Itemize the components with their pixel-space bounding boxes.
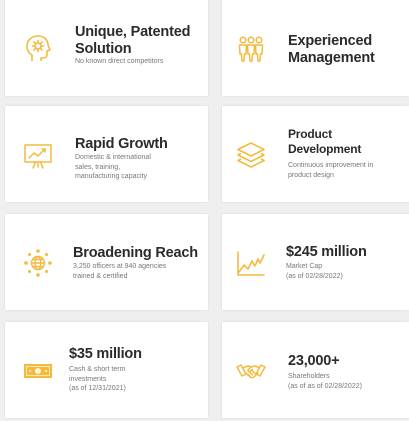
card-subtitle: Cash & short term investments (as of 12/… — [69, 366, 126, 392]
card-title: Rapid Growth — [75, 136, 168, 152]
card-subtitle: Continuous improvement in product design — [288, 162, 374, 179]
card-market-cap: $245 million Market Cap (as of 02/28/202… — [222, 214, 409, 310]
card-shareholders: 23,000+ Shareholders (as of as of 02/28/… — [222, 322, 409, 418]
globe-reach-icon — [24, 249, 52, 277]
card-subtitle: 3,250 officers at 940 agencies trained &… — [73, 263, 167, 280]
card-cash-investments: $35 million Cash & short term investment… — [5, 322, 208, 418]
card-product-development: Product Development Continuous improveme… — [222, 106, 409, 202]
card-title: Broadening Reach — [73, 245, 198, 261]
team-people-icon — [238, 36, 264, 62]
growth-chart-board-icon — [24, 144, 52, 169]
layers-stack-icon — [237, 142, 265, 168]
card-title: Experienced Management — [288, 33, 375, 66]
cash-bill-icon — [24, 364, 52, 378]
card-subtitle: Market Cap (as of 02/28/2022) — [286, 263, 343, 280]
handshake-icon — [236, 364, 266, 379]
market-cap-chart-icon — [237, 251, 265, 276]
card-title: $35 million — [69, 346, 142, 362]
card-title: Unique, Patented Solution — [75, 24, 191, 57]
card-subtitle: Domestic & international sales, training… — [75, 154, 151, 180]
card-title: Product Development — [288, 127, 362, 156]
card-experienced-management: Experienced Management — [222, 0, 409, 96]
head-gear-icon — [26, 35, 51, 61]
card-title: 23,000+ — [288, 353, 340, 369]
card-subtitle: Shareholders (as of as of 02/28/2022) — [288, 373, 362, 390]
card-title: $245 million — [286, 244, 367, 260]
card-rapid-growth: Rapid Growth Domestic & international sa… — [5, 106, 208, 202]
card-broadening-reach: Broadening Reach 3,250 officers at 940 a… — [5, 214, 208, 310]
card-subtitle: No known direct competitors — [75, 58, 164, 65]
card-unique-patented-solution: Unique, Patented Solution No known direc… — [5, 0, 208, 96]
